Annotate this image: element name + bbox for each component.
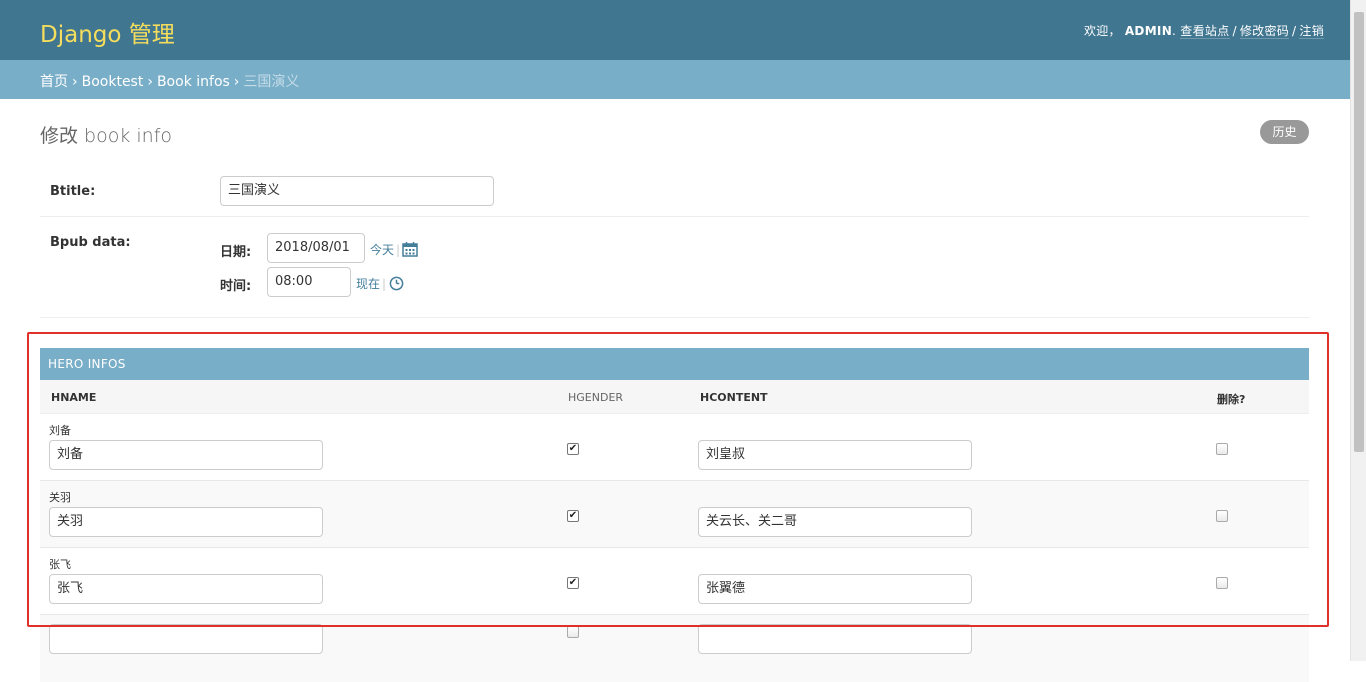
- hgender-checkbox[interactable]: [567, 626, 579, 638]
- btitle-input[interactable]: 三国演义: [220, 176, 494, 206]
- clock-icon[interactable]: [389, 276, 404, 291]
- shortcut-bar: |: [382, 277, 387, 291]
- time-shortcuts: 现在 |: [356, 275, 388, 292]
- breadcrumb-arrow: ›: [233, 74, 240, 90]
- hero-section-caption: Hero infos: [40, 348, 1309, 380]
- hero-original-name: 关羽: [49, 491, 71, 504]
- username: ADMIN: [1124, 24, 1173, 38]
- hgender-checkbox[interactable]: ✔: [567, 443, 579, 455]
- column-hgender: HGENDER: [568, 391, 624, 404]
- table-row-empty: [40, 615, 1309, 682]
- breadcrumb-arrow: ›: [147, 74, 153, 90]
- time-input[interactable]: 08:00: [267, 267, 351, 297]
- delete-checkbox[interactable]: [1216, 577, 1228, 589]
- view-site-link[interactable]: 查看站点: [1180, 24, 1230, 39]
- hname-input[interactable]: 刘备: [49, 440, 323, 470]
- logout-link[interactable]: 注销: [1299, 24, 1324, 39]
- breadcrumb-current: 三国演义: [243, 74, 300, 90]
- hcontent-input[interactable]: [698, 624, 972, 654]
- hgender-checkbox[interactable]: ✔: [567, 510, 579, 522]
- user-tools-period: .: [1172, 24, 1177, 38]
- hero-table-header: HNAME HGENDER HCONTENT 删除?: [40, 380, 1309, 414]
- hgender-checkbox[interactable]: ✔: [567, 577, 579, 589]
- site-branding[interactable]: Django 管理: [40, 15, 175, 49]
- table-row: 张飞 张飞 ✔ 张翼德: [40, 548, 1309, 615]
- history-button[interactable]: 历史: [1260, 120, 1309, 144]
- breadcrumb-app[interactable]: Booktest: [82, 74, 144, 90]
- user-tools-separator: /: [1292, 24, 1297, 38]
- hero-original-name: 刘备: [49, 424, 71, 437]
- hcontent-input[interactable]: 刘皇叔: [698, 440, 972, 470]
- change-password-link[interactable]: 修改密码: [1239, 24, 1290, 39]
- page-title: 修改 book info: [40, 125, 173, 147]
- breadcrumb: 首页 › Booktest › Book infos › 三国演义: [0, 60, 1350, 99]
- btitle-row: Btitle: 三国演义: [40, 165, 1309, 217]
- user-tools-separator: /: [1232, 24, 1237, 38]
- date-label: 日期:: [220, 245, 252, 260]
- delete-checkbox[interactable]: [1216, 443, 1228, 455]
- welcome-text: 欢迎，: [1083, 24, 1121, 38]
- hcontent-input[interactable]: 关云长、关二哥: [698, 507, 972, 537]
- calendar-icon[interactable]: [402, 241, 418, 257]
- hname-input[interactable]: [49, 624, 323, 654]
- column-delete: 删除?: [1217, 393, 1246, 406]
- bpub-label: Bpub data:: [50, 235, 131, 250]
- scrollbar-thumb[interactable]: [1354, 12, 1364, 452]
- delete-checkbox[interactable]: [1216, 510, 1228, 522]
- table-row: 刘备 刘备 ✔ 刘皇叔: [40, 414, 1309, 481]
- header-bar: Django 管理 欢迎， ADMIN. 查看站点 / 修改密码 / 注销: [0, 0, 1350, 60]
- column-hcontent: HCONTENT: [700, 391, 768, 404]
- breadcrumb-model[interactable]: Book infos: [157, 74, 230, 90]
- breadcrumb-home[interactable]: 首页: [40, 74, 68, 90]
- table-row: 关羽 关羽 ✔ 关云长、关二哥: [40, 481, 1309, 548]
- now-link[interactable]: 现在: [356, 277, 380, 291]
- hname-input[interactable]: 张飞: [49, 574, 323, 604]
- column-hname: HNAME: [51, 391, 97, 404]
- today-link[interactable]: 今天: [370, 243, 394, 257]
- hero-inline-table: Hero infos HNAME HGENDER HCONTENT 删除? 刘备…: [40, 348, 1309, 682]
- vertical-scrollbar[interactable]: [1350, 0, 1366, 661]
- date-shortcuts: 今天 |: [370, 241, 402, 258]
- date-input[interactable]: 2018/08/01: [267, 233, 365, 263]
- hcontent-input[interactable]: 张翼德: [698, 574, 972, 604]
- hero-original-name: 张飞: [49, 558, 71, 571]
- breadcrumb-arrow: ›: [72, 74, 78, 90]
- hname-input[interactable]: 关羽: [49, 507, 323, 537]
- btitle-label: Btitle:: [50, 184, 96, 199]
- bpub-row: Bpub data: 日期: 2018/08/01 今天 | 时间: 08:00 …: [40, 217, 1309, 318]
- time-label: 时间:: [220, 279, 252, 294]
- user-tools: 欢迎， ADMIN. 查看站点 / 修改密码 / 注销: [1084, 22, 1324, 39]
- shortcut-bar: |: [396, 243, 401, 257]
